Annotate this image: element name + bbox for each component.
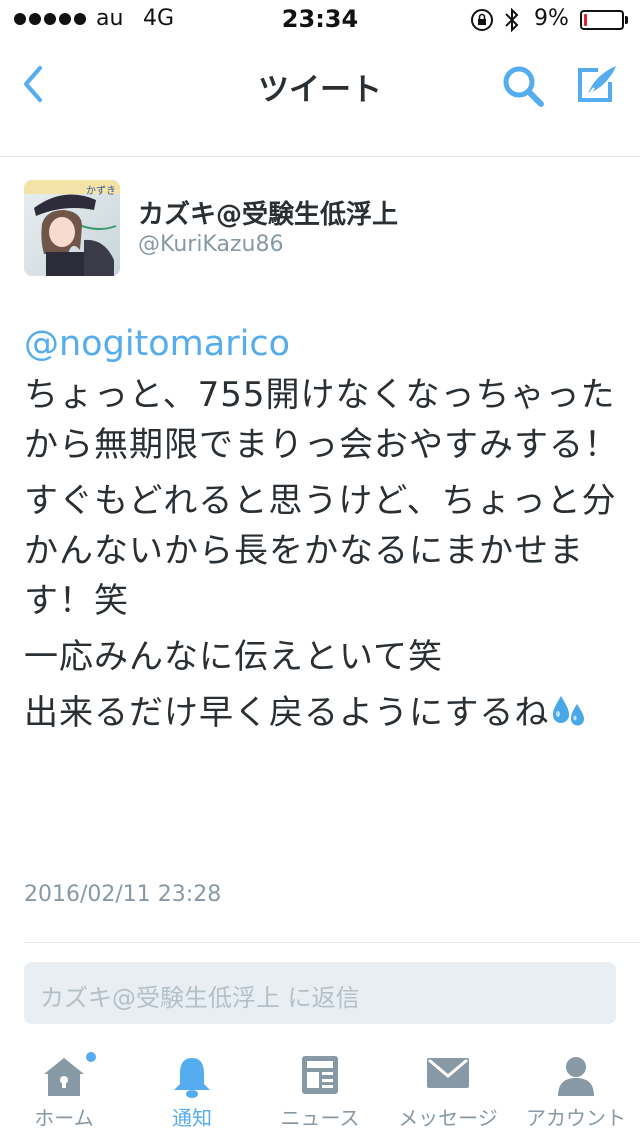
bluetooth-icon — [505, 7, 519, 33]
reply-placeholder: カズキ@受験生低浮上 に返信 — [40, 984, 360, 1012]
tab-notifications[interactable]: 通知 — [128, 1040, 256, 1136]
home-icon — [44, 1058, 84, 1096]
bell-icon — [174, 1058, 210, 1098]
svg-text:かずき: かずき — [86, 185, 116, 197]
tweet-paragraph: ちょっと、755開けなくなっちゃったから無期限でまりっ会おやすみする！ — [24, 375, 619, 465]
tab-label: アカウント — [526, 1106, 626, 1130]
sweat-drops-emoji — [553, 696, 585, 726]
scrolled-content-peek — [60, 128, 440, 134]
battery-cap — [625, 16, 628, 24]
tab-account[interactable]: アカウント — [512, 1040, 640, 1136]
avatar-image: かずき — [24, 180, 120, 276]
tab-home[interactable]: ホーム — [0, 1040, 128, 1136]
person-icon — [558, 1057, 594, 1096]
battery-icon — [580, 10, 624, 30]
tab-label: メッセージ — [398, 1106, 498, 1130]
author-handle[interactable]: @KuriKazu86 — [138, 232, 283, 257]
rotation-lock-icon — [471, 9, 493, 31]
navigation-bar: ツイート — [0, 40, 640, 128]
news-icon — [302, 1056, 338, 1094]
battery-fill — [584, 14, 587, 26]
tab-label: ホーム — [34, 1106, 94, 1130]
tweet-timestamp: 2016/02/11 23:28 — [24, 882, 222, 907]
battery-percent: 9% — [534, 6, 569, 31]
notification-badge-dot — [86, 1052, 96, 1062]
tweet-paragraph: 一応みんなに伝えといて笑 — [24, 632, 624, 682]
compose-tweet-icon[interactable] — [572, 60, 620, 108]
tab-bar: ホーム 通知 ニュース メッセージ アカウント — [0, 1040, 640, 1136]
divider — [0, 156, 640, 157]
divider — [24, 942, 640, 943]
mention-link[interactable]: @nogitomarico — [24, 322, 624, 370]
tab-label: ニュース — [280, 1106, 360, 1130]
tweet-text: @nogitomarico ちょっと、755開けなくなっちゃったから無期限でまり… — [24, 322, 624, 738]
reply-input[interactable]: カズキ@受験生低浮上 に返信 — [24, 962, 616, 1024]
tab-messages[interactable]: メッセージ — [384, 1040, 512, 1136]
author-name[interactable]: カズキ@受験生低浮上 — [138, 194, 398, 231]
tab-news[interactable]: ニュース — [256, 1040, 384, 1136]
search-icon[interactable] — [500, 64, 546, 108]
tweet-paragraph: すぐもどれると思うけど、ちょっと分かんないから長をかなるにまかせます！笑 — [24, 481, 617, 621]
tweet-paragraph-text: 一応みんなに伝えといて笑 — [24, 637, 443, 677]
avatar[interactable]: かずき — [24, 180, 120, 276]
tweet-paragraph: 出来るだけ早く戻るようにするね — [24, 688, 624, 738]
status-bar: au 4G 23:34 9% — [0, 0, 640, 40]
tab-label: 通知 — [172, 1106, 212, 1130]
envelope-icon — [427, 1058, 469, 1088]
tweet-paragraph-text: 出来るだけ早く戻るようにするね — [24, 693, 550, 733]
